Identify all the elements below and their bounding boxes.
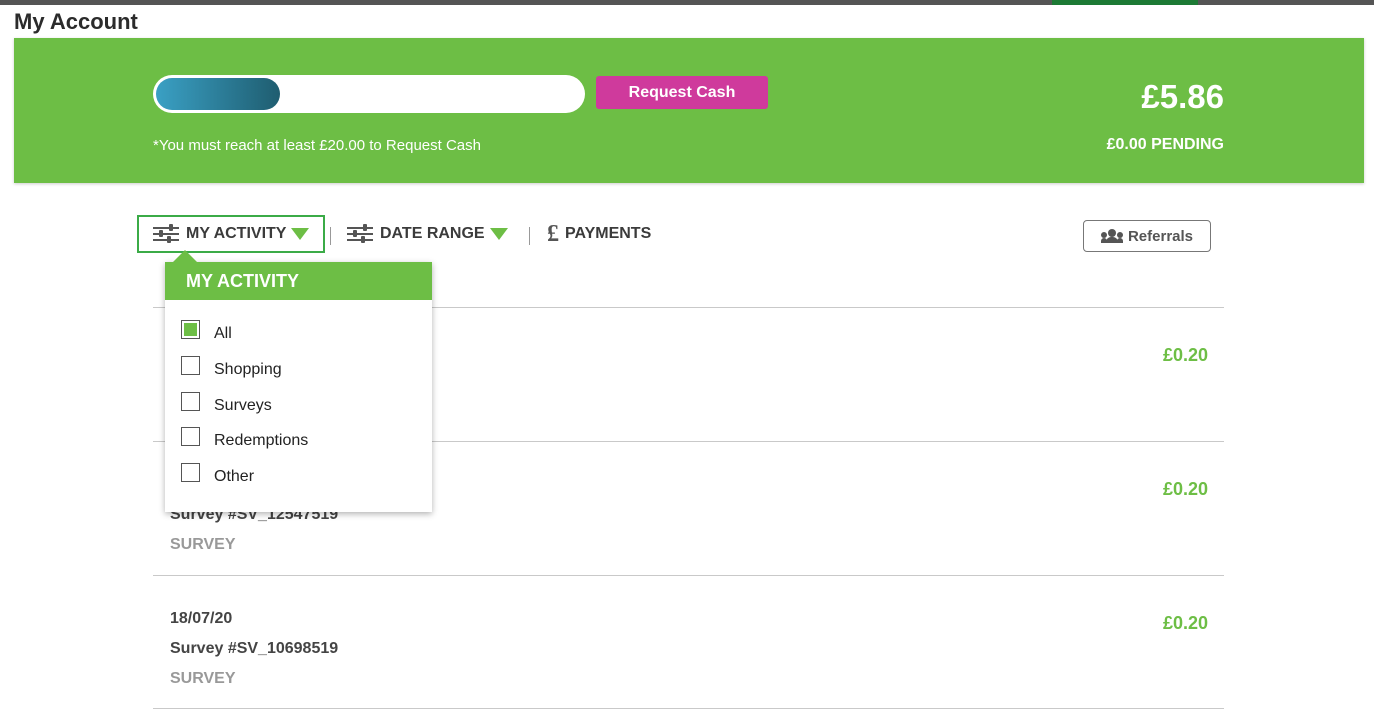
sliders-icon (153, 224, 179, 244)
my-activity-dropdown: MY ACTIVITY All Shopping Surveys Redempt… (165, 262, 432, 512)
pending-amount: £0.00 PENDING (1106, 136, 1224, 153)
payments-label: PAYMENTS (565, 225, 652, 242)
balance-amount: £5.86 (1141, 78, 1224, 115)
pound-icon: £ (547, 220, 559, 247)
filter-option-other[interactable]: Other (181, 463, 255, 486)
referrals-label: Referrals (1127, 227, 1194, 245)
activity-row: 18/07/20 Survey #SV_10698519 SURVEY £0.2… (153, 575, 1224, 709)
filter-option-all[interactable]: All (181, 320, 232, 343)
date-range-label: DATE RANGE (380, 225, 485, 242)
cash-progress-fill (156, 78, 280, 110)
activity-amount: £0.20 (1162, 613, 1208, 633)
checkbox[interactable] (181, 427, 200, 446)
date-range-filter[interactable]: DATE RANGE (347, 215, 508, 253)
request-cash-button[interactable]: Request Cash (596, 76, 768, 109)
my-activity-label: MY ACTIVITY (186, 225, 287, 242)
filter-option-redemptions[interactable]: Redemptions (181, 427, 309, 450)
filter-option-shopping[interactable]: Shopping (181, 356, 282, 379)
dropdown-pointer (173, 250, 197, 262)
activity-title: Survey #SV_10698519 (170, 640, 339, 657)
activity-amount: £0.20 (1162, 345, 1208, 365)
activity-filters: MY ACTIVITY DATE RANGE £ PAYMENTS Referr… (137, 215, 1212, 253)
option-label: Surveys (214, 396, 272, 414)
filter-separator (529, 227, 530, 245)
dropdown-header: MY ACTIVITY (165, 262, 432, 300)
my-activity-filter[interactable]: MY ACTIVITY (137, 215, 325, 253)
page-title: My Account (14, 9, 138, 34)
referrals-button[interactable]: Referrals (1083, 220, 1211, 252)
minimum-cash-note: *You must reach at least £20.00 to Reque… (153, 137, 481, 154)
balance-banner: Request Cash *You must reach at least £2… (14, 38, 1364, 183)
caret-down-icon (291, 228, 310, 240)
checkbox[interactable] (181, 320, 200, 339)
option-label: All (214, 324, 232, 342)
option-label: Other (214, 467, 255, 485)
filter-separator (330, 227, 331, 245)
sliders-icon (347, 224, 373, 244)
checkbox[interactable] (181, 463, 200, 482)
checkbox[interactable] (181, 356, 200, 375)
activity-type: SURVEY (170, 670, 236, 687)
option-label: Redemptions (214, 431, 309, 449)
activity-type: SURVEY (170, 536, 236, 553)
payments-filter[interactable]: £ PAYMENTS (547, 215, 651, 253)
option-label: Shopping (214, 360, 282, 378)
checkbox[interactable] (181, 392, 200, 411)
top-bar-accent (1052, 0, 1198, 5)
people-icon (1100, 229, 1123, 243)
cash-progress-bar (153, 75, 585, 113)
caret-down-icon (489, 228, 508, 240)
filter-option-surveys[interactable]: Surveys (181, 392, 272, 415)
activity-date: 18/07/20 (170, 610, 233, 627)
activity-amount: £0.20 (1162, 479, 1208, 499)
